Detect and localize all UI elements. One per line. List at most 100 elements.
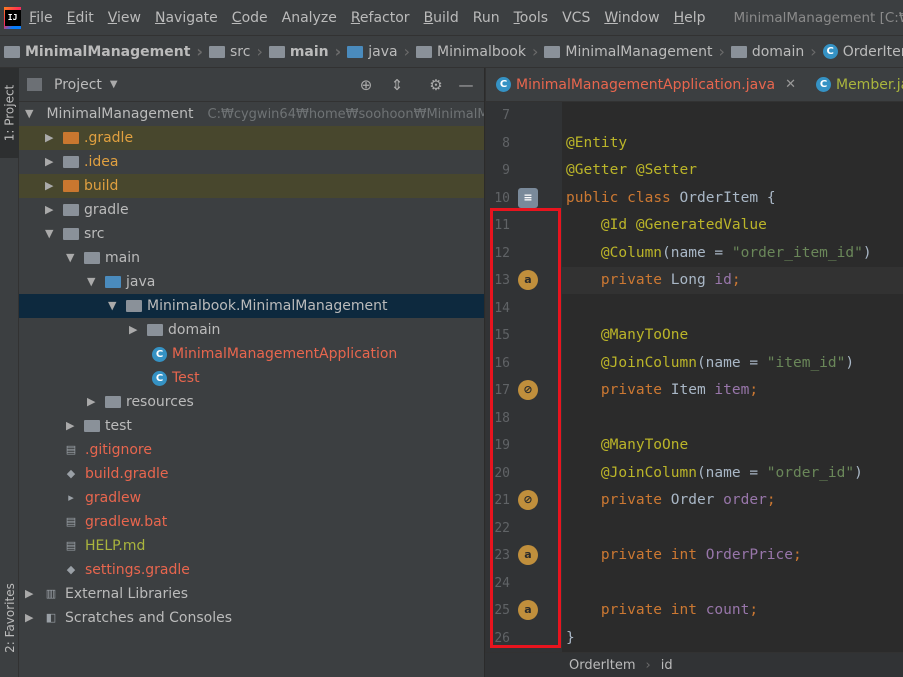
tree-item-test[interactable]: ▶ test: [19, 414, 484, 438]
menu-analyze[interactable]: Analyze: [282, 10, 337, 26]
gear-icon[interactable]: ⚙: [427, 76, 445, 94]
tree-item-build[interactable]: ▶ build: [19, 174, 484, 198]
status-breadcrumb-class[interactable]: OrderItem: [569, 658, 636, 673]
minimize-icon[interactable]: —: [457, 76, 475, 94]
tree-item-idea[interactable]: ▶ .idea: [19, 150, 484, 174]
tree-item-java[interactable]: ▼ java: [19, 270, 484, 294]
spring-boot-class-icon: C: [496, 77, 511, 92]
breadcrumb-domain[interactable]: domain ›: [730, 42, 823, 61]
breadcrumb-minimalbook[interactable]: Minimalbook ›: [416, 42, 544, 61]
breadcrumb-java[interactable]: java ›: [347, 42, 416, 61]
chevron-right-icon: ›: [403, 42, 410, 61]
chevron-right-icon: ›: [196, 42, 203, 61]
collapse-all-icon[interactable]: ⇕: [388, 76, 406, 94]
menu-help[interactable]: Help: [674, 10, 706, 26]
menu-code[interactable]: Code: [232, 10, 268, 26]
navigation-bar: MinimalManagement › src › main › java › Mini…: [0, 35, 903, 68]
tree-item-build-gradle[interactable]: ◆ build.gradle: [19, 462, 484, 486]
tree-item-external-libraries[interactable]: ▶ ▥ External Libraries: [19, 582, 484, 606]
tab-project-tool[interactable]: 1: Project: [0, 68, 19, 158]
tree-item-minimalmanagement[interactable]: ▼ MinimalManagement C:₩cygwin64₩home₩sooho…: [19, 102, 484, 126]
menu-edit[interactable]: Edit: [67, 10, 94, 26]
line-number: 9: [502, 163, 510, 178]
tree-item-gradle[interactable]: ▶ gradle: [19, 198, 484, 222]
chevron-right-icon[interactable]: ▶: [66, 420, 76, 431]
tree-item-scratches[interactable]: ▶ ◧ Scratches and Consoles: [19, 606, 484, 630]
chevron-right-icon[interactable]: ▶: [25, 588, 35, 599]
tree-item-gradlew[interactable]: ▸ gradlew: [19, 486, 484, 510]
window-title: MinimalManagement [C:₩cygwi: [733, 9, 903, 26]
tree-item-application[interactable]: C MinimalManagementApplication: [19, 342, 484, 366]
menu-view[interactable]: View: [108, 10, 141, 26]
tab-favorites-tool[interactable]: 2: Favorites: [0, 568, 19, 668]
chevron-down-icon[interactable]: ▼: [25, 108, 33, 119]
chevron-down-icon[interactable]: ▼: [108, 300, 118, 311]
chevron-right-icon[interactable]: ▶: [87, 396, 97, 407]
breadcrumb-minimalmanagement[interactable]: MinimalManagement ›: [544, 42, 730, 61]
chevron-right-icon: ›: [531, 42, 539, 61]
chevron-down-icon[interactable]: ▼: [110, 79, 118, 90]
locate-crosshair-icon[interactable]: ⊕: [357, 76, 375, 94]
menu-window[interactable]: Window: [604, 10, 659, 26]
chevron-right-icon[interactable]: ▶: [45, 180, 55, 191]
chevron-right-icon[interactable]: ▶: [45, 156, 55, 167]
tree-item-gitignore[interactable]: ▤ .gitignore: [19, 438, 484, 462]
code-line: @Id @GeneratedValue: [600, 217, 767, 233]
menu-refactor[interactable]: Refactor: [351, 10, 410, 26]
code-line: private int OrderPrice;: [600, 547, 802, 563]
menu-bar: IJ File Edit View Navigate Code Analyze …: [0, 0, 903, 35]
tab-member[interactable]: C Member.java: [806, 68, 903, 101]
breadcrumb-src[interactable]: src ›: [208, 42, 269, 61]
code-line: @JoinColumn(name = "order_id"): [600, 465, 863, 481]
package-icon: [730, 45, 747, 58]
chevron-right-icon[interactable]: ▶: [45, 132, 55, 143]
tree-item-main[interactable]: ▼ main: [19, 246, 484, 270]
close-icon[interactable]: ✕: [785, 77, 796, 92]
tree-item-package-minimalbook[interactable]: ▼ Minimalbook.MinimalManagement: [19, 294, 484, 318]
breadcrumb-project[interactable]: MinimalManagement ›: [4, 42, 209, 61]
tree-item-src[interactable]: ▼ src: [19, 222, 484, 246]
project-panel: Project ▼ ⊕ ⇕ ⚙ — ▼ MinimalManagement C:₩c…: [19, 68, 484, 677]
menu-tools[interactable]: Tools: [514, 10, 549, 26]
menu-file[interactable]: File: [29, 10, 52, 26]
tree-item-help-md[interactable]: ▤ HELP.md: [19, 534, 484, 558]
chevron-right-icon: ›: [718, 42, 725, 61]
menu-run[interactable]: Run: [473, 10, 500, 26]
database-icon[interactable]: ≡: [518, 188, 538, 208]
code-line: @Entity: [566, 135, 628, 151]
chevron-right-icon[interactable]: ▶: [129, 324, 139, 335]
resources-folder-icon: [105, 396, 121, 408]
menu-build[interactable]: Build: [424, 10, 459, 26]
menu-navigate[interactable]: Navigate: [155, 10, 218, 26]
tree-item-gradlew-bat[interactable]: ▤ gradlew.bat: [19, 510, 484, 534]
gradle-icon: ◆: [66, 467, 76, 480]
tree-item-domain[interactable]: ▶ domain: [19, 318, 484, 342]
breadcrumb-orderitem[interactable]: COrderItem: [822, 44, 903, 60]
project-view-selector[interactable]: Project: [54, 77, 102, 93]
code-line: public class OrderItem {: [566, 190, 776, 206]
code-line: private Item item;: [600, 382, 759, 398]
intellij-logo-icon[interactable]: IJ: [4, 6, 22, 29]
folder-icon: [84, 252, 100, 264]
chevron-right-icon[interactable]: ▶: [25, 612, 35, 623]
chevron-right-icon[interactable]: ▶: [45, 204, 55, 215]
tree-item-resources[interactable]: ▶ resources: [19, 390, 484, 414]
editor-tabs: C MinimalManagementApplication.java ✕ C …: [486, 68, 903, 102]
tree-item-gradle-dir[interactable]: ▶ .gradle: [19, 126, 484, 150]
code-line: private int count;: [600, 602, 759, 618]
chevron-down-icon[interactable]: ▼: [45, 228, 55, 239]
chevron-down-icon[interactable]: ▼: [87, 276, 97, 287]
status-breadcrumb-field[interactable]: id: [661, 658, 673, 673]
tree-item-settings-gradle[interactable]: ◆ settings.gradle: [19, 558, 484, 582]
code-line: @Column(name = "order_item_id"): [600, 245, 872, 261]
code-editor[interactable]: @Entity @Getter @Setter public class Ord…: [566, 102, 903, 653]
line-number: 7: [502, 108, 510, 123]
project-view-icon: [27, 78, 42, 91]
tree-item-test-class[interactable]: C Test: [19, 366, 484, 390]
menu-vcs[interactable]: VCS: [562, 10, 590, 26]
breadcrumb-main[interactable]: main ›: [268, 42, 347, 61]
tab-minimalmanagementapplication[interactable]: C MinimalManagementApplication.java ✕: [486, 68, 806, 101]
package-icon: [126, 300, 142, 312]
package-icon: [544, 45, 561, 58]
chevron-down-icon[interactable]: ▼: [66, 252, 76, 263]
